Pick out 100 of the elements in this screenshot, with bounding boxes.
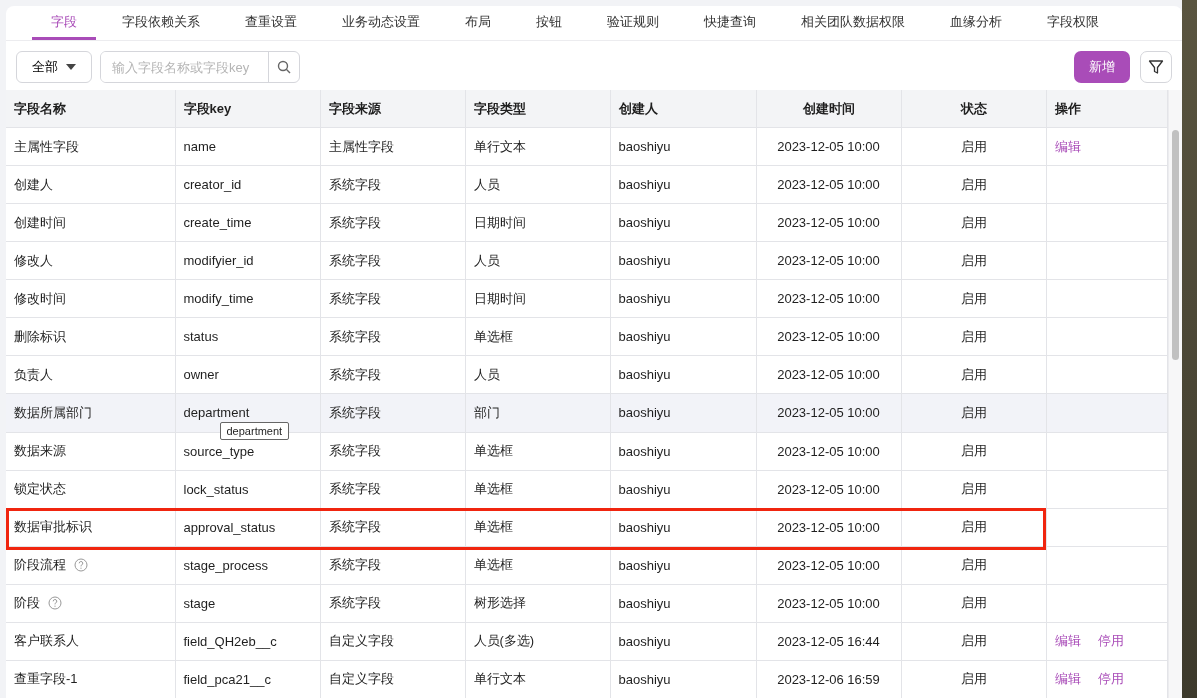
table-cell: baoshiyu [618, 633, 671, 649]
table-cell: 单选框 [473, 519, 513, 535]
tab[interactable]: 按钮 [517, 6, 581, 40]
table-cell: 2023-12-06 16:59 [777, 671, 880, 687]
column-header: 操作 [1046, 90, 1167, 128]
table-cell: 启用 [960, 366, 987, 382]
table-cell: 系统字段 [328, 557, 381, 573]
caret-icon [66, 64, 76, 70]
tab[interactable]: 业务动态设置 [323, 6, 439, 40]
table-cell: 启用 [960, 671, 987, 687]
table-cell: 2023-12-05 16:44 [777, 633, 880, 649]
table-cell: baoshiyu [618, 481, 671, 497]
table-cell: 数据来源 [14, 443, 66, 459]
tab[interactable]: 布局 [446, 6, 510, 40]
column-header: 创建时间 [756, 90, 901, 128]
table-cell: modifyier_id [183, 253, 254, 269]
table-cell: 2023-12-05 10:00 [777, 367, 880, 383]
table-cell: 启用 [960, 595, 987, 611]
table-cell: 修改时间 [14, 290, 66, 306]
table-cell: 启用 [960, 252, 987, 268]
action-link[interactable]: 编辑 [1054, 633, 1081, 649]
table-cell: 树形选择 [473, 595, 526, 611]
tab[interactable]: 查重设置 [226, 6, 316, 40]
column-header: 状态 [901, 90, 1046, 128]
table-cell: 删除标识 [14, 328, 66, 344]
help-icon[interactable] [74, 558, 88, 573]
table-cell: 单选框 [473, 328, 513, 344]
table-cell: baoshiyu [618, 139, 671, 155]
filter-button[interactable] [1140, 51, 1172, 83]
tab[interactable]: 验证规则 [588, 6, 678, 40]
table-cell: 主属性字段 [328, 138, 394, 154]
table-cell: 2023-12-05 10:00 [777, 291, 880, 307]
tab[interactable]: 快捷查询 [685, 6, 775, 40]
filter-dropdown[interactable]: 全部 [16, 51, 92, 83]
table-cell: 系统字段 [328, 595, 381, 611]
action-link[interactable]: 编辑 [1054, 671, 1081, 687]
table-cell: 阶段流程 [14, 556, 66, 575]
action-link[interactable]: 停用 [1097, 633, 1124, 649]
table-cell: baoshiyu [618, 671, 671, 687]
table-cell: 系统字段 [328, 404, 381, 420]
table-cell: 阶段 [14, 594, 40, 613]
table-cell: stage_process [183, 557, 269, 573]
table-cell: 部门 [473, 404, 500, 420]
table-cell: 启用 [960, 328, 987, 344]
table-cell: 启用 [960, 557, 987, 573]
table-cell: 2023-12-05 10:00 [777, 519, 880, 535]
table-cell: 启用 [960, 290, 987, 306]
table-cell: lock_status [183, 481, 249, 497]
filter-icon [1148, 59, 1164, 75]
table-cell: 负责人 [14, 366, 53, 382]
table-cell: baoshiyu [618, 519, 671, 535]
tab[interactable]: 字段依赖关系 [103, 6, 219, 40]
scrollbar-thumb[interactable] [1171, 130, 1179, 360]
table-cell: department [183, 405, 250, 421]
table-cell: approval_status [183, 519, 276, 535]
add-button[interactable]: 新增 [1074, 51, 1130, 83]
help-icon[interactable] [48, 596, 62, 611]
table-cell: modify_time [183, 291, 254, 307]
tab[interactable]: 字段 [32, 6, 96, 40]
table-cell: baoshiyu [618, 291, 671, 307]
tab[interactable]: 字段权限 [1028, 6, 1118, 40]
table-cell: 日期时间 [473, 214, 526, 230]
table-cell: 系统字段 [328, 176, 381, 192]
table-cell: status [183, 329, 219, 345]
table-cell: 2023-12-05 10:00 [777, 595, 880, 611]
table-cell: 启用 [960, 138, 987, 154]
table-cell: baoshiyu [618, 557, 671, 573]
table-cell: 2023-12-05 10:00 [777, 177, 880, 193]
table-cell: baoshiyu [618, 443, 671, 459]
table-cell: 系统字段 [328, 519, 381, 535]
table-cell: 启用 [960, 519, 987, 535]
table-cell: 2023-12-05 10:00 [777, 481, 880, 497]
tab[interactable]: 血缘分析 [931, 6, 1021, 40]
table-cell: 查重字段-1 [14, 671, 78, 687]
table-cell: 2023-12-05 10:00 [777, 405, 880, 421]
action-link[interactable]: 停用 [1097, 671, 1124, 687]
search-field[interactable]: 输入字段名称或字段key [100, 51, 300, 83]
table-cell: 系统字段 [328, 252, 381, 268]
table-cell: baoshiyu [618, 177, 671, 193]
table-cell: 数据审批标识 [14, 519, 92, 535]
table-cell: 2023-12-05 10:00 [777, 557, 880, 573]
search-icon[interactable] [277, 60, 291, 74]
action-link[interactable]: 编辑 [1054, 138, 1081, 154]
column-header: 字段类型 [465, 90, 610, 128]
column-header: 字段key [175, 90, 320, 128]
table-cell: 人员 [473, 176, 500, 192]
table-cell: field_pca21__c [183, 671, 271, 687]
tab[interactable]: 相关团队数据权限 [782, 6, 924, 40]
table-cell: 启用 [960, 481, 987, 497]
table-cell: 2023-12-05 10:00 [777, 253, 880, 269]
table-cell: 系统字段 [328, 290, 381, 306]
table-cell: 主属性字段 [14, 138, 79, 154]
table-cell: 人员(多选) [473, 633, 535, 649]
column-header: 字段来源 [320, 90, 465, 128]
table-cell: baoshiyu [618, 253, 671, 269]
table-cell: 启用 [960, 443, 987, 459]
table-cell: 修改人 [14, 252, 53, 268]
table-cell: stage [183, 595, 216, 611]
table-cell: field_QH2eb__c [183, 633, 277, 649]
table-cell: 单选框 [473, 481, 513, 497]
